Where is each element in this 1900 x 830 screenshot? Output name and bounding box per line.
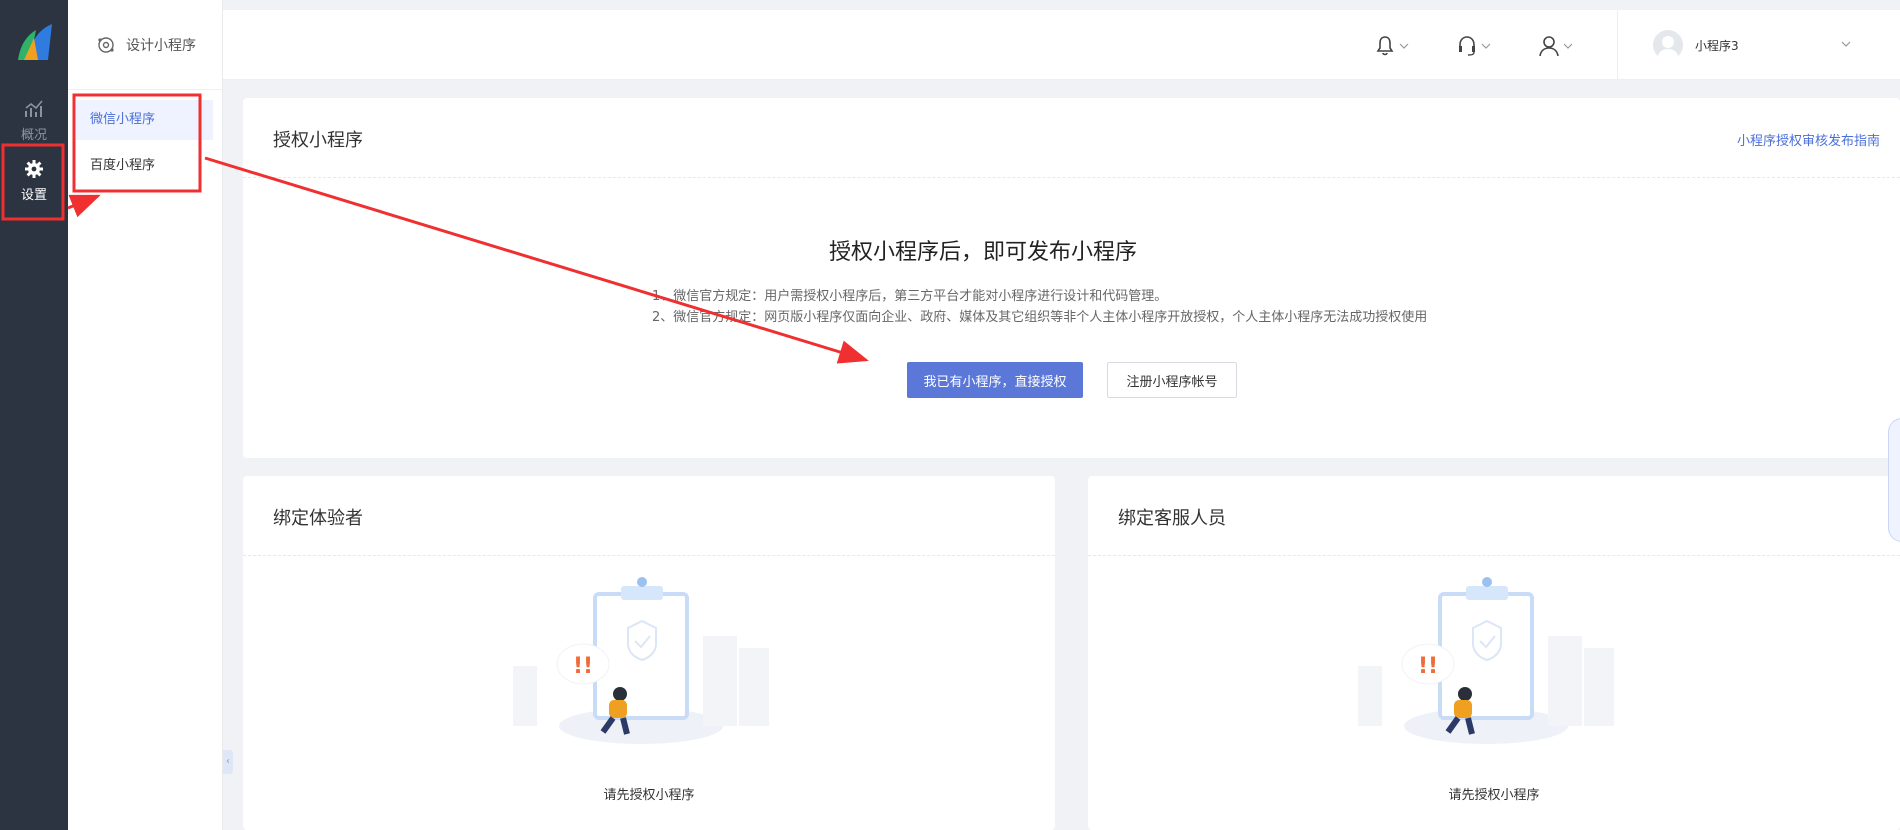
bell-icon	[1376, 36, 1394, 56]
authorize-card-title: 授权小程序	[273, 130, 363, 151]
support-button[interactable]	[1455, 34, 1495, 58]
user-menu-button[interactable]	[1537, 34, 1577, 58]
guide-link[interactable]: 小程序授权审核发布指南	[1737, 130, 1880, 149]
bind-service-title: 绑定客服人员	[1118, 508, 1226, 529]
divider	[243, 177, 1900, 178]
nav-settings-label: 设置	[20, 188, 47, 203]
top-bar	[223, 10, 1900, 80]
logo-icon	[18, 24, 52, 60]
design-icon	[98, 36, 114, 53]
nav-settings[interactable]: 设置	[0, 146, 68, 218]
subnav-item-baidu[interactable]: 百度小程序	[76, 146, 213, 186]
secondary-nav: 设计小程序 微信小程序 百度小程序	[68, 0, 223, 830]
divider	[243, 555, 1055, 556]
svg-text:!!: !!	[1418, 654, 1438, 679]
account-name: 小程序3	[1695, 38, 1739, 53]
bind-tester-title: 绑定体验者	[273, 508, 363, 529]
user-icon	[1539, 36, 1559, 57]
bind-service-card: 绑定客服人员 !! 请先授权小程序	[1088, 476, 1900, 830]
clipboard-illustration: !!	[1358, 577, 1614, 744]
subnav-header-label: 设计小程序	[126, 37, 196, 54]
empty-state-text: 请先授权小程序	[603, 788, 695, 803]
svg-text:!!: !!	[573, 654, 593, 679]
rule-line-1: 1、微信官方规定：用户需授权小程序后，第三方平台才能对小程序进行设计和代码管理。	[652, 289, 1168, 304]
subnav-header: 设计小程序	[68, 0, 222, 90]
register-account-button[interactable]: 注册小程序帐号	[1107, 362, 1237, 398]
divider	[1088, 555, 1900, 556]
authorize-rules: 1、微信官方规定：用户需授权小程序后，第三方平台才能对小程序进行设计和代码管理。…	[652, 286, 1427, 328]
chart-icon	[25, 100, 43, 117]
rule-line-2: 2、微信官方规定：网页版小程序仅面向企业、政府、媒体及其它组织等非个人主体小程序…	[652, 310, 1428, 325]
collapse-sidebar-button[interactable]: ‹	[223, 750, 233, 774]
nav-overview-label: 概况	[20, 128, 47, 143]
account-switcher[interactable]: 小程序3	[1653, 27, 1853, 63]
gear-icon	[25, 160, 43, 178]
topbar-divider	[1617, 10, 1618, 80]
chevron-down-icon	[1481, 43, 1491, 49]
authorize-existing-button[interactable]: 我已有小程序，直接授权	[907, 362, 1083, 398]
subnav-item-wechat[interactable]: 微信小程序	[76, 100, 213, 140]
chevron-down-icon	[1841, 41, 1851, 47]
chevron-down-icon	[1399, 43, 1409, 49]
authorize-headline: 授权小程序后，即可发布小程序	[828, 240, 1137, 265]
notifications-button[interactable]	[1373, 34, 1413, 58]
app-window: 概况 设置 设计小程序 微信小程序 百度小程序 ‹ 小程序3 授权小程序 小程序…	[0, 0, 1900, 830]
main-nav-rail: 概况 设置	[0, 0, 68, 830]
floating-help-tab[interactable]	[1888, 418, 1900, 542]
bind-tester-card: 绑定体验者 !! 请先授权小程序	[243, 476, 1055, 830]
headset-icon	[1459, 36, 1475, 56]
authorize-card: 授权小程序 小程序授权审核发布指南 授权小程序后，即可发布小程序 1、微信官方规…	[243, 98, 1900, 458]
clipboard-illustration: !!	[513, 577, 769, 744]
empty-state-text: 请先授权小程序	[1448, 788, 1540, 803]
avatar-icon	[1653, 30, 1683, 60]
chevron-down-icon	[1563, 43, 1573, 49]
